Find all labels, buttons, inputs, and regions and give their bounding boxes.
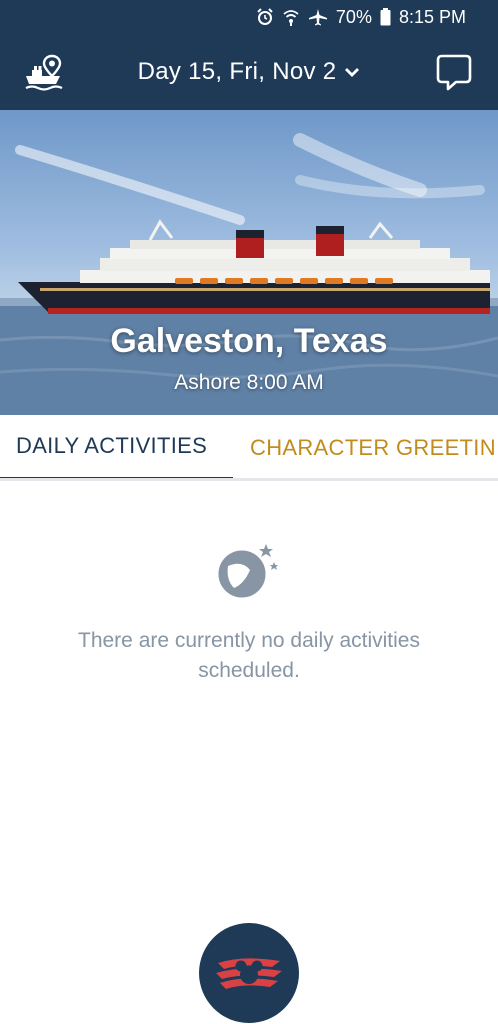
port-name: Galveston, Texas <box>110 322 388 360</box>
disney-cruise-logo-icon <box>216 958 282 989</box>
home-logo-button[interactable] <box>199 923 299 1023</box>
port-hero-image: Galveston, Texas Ashore 8:00 AM <box>0 110 498 415</box>
tab-daily-activities[interactable]: DAILY ACTIVITIES <box>0 415 233 478</box>
chat-button[interactable] <box>436 54 472 92</box>
chat-icon <box>436 54 472 91</box>
day-label: Day 15, Fri, Nov 2 <box>137 58 337 85</box>
tab-character-greetings[interactable]: CHARACTER GREETIN <box>250 415 496 478</box>
app-header: Day 15, Fri, Nov 2 <box>0 34 498 110</box>
ashore-time: Ashore 8:00 AM <box>174 371 324 394</box>
activity-tabs: DAILY ACTIVITIES CHARACTER GREETIN <box>0 415 498 481</box>
alarm-icon <box>256 8 274 26</box>
ship-map-icon <box>25 54 63 91</box>
cruise-ship-image <box>0 133 498 415</box>
wifi-icon <box>282 8 300 26</box>
battery-icon <box>380 8 391 26</box>
chevron-down-icon <box>345 68 360 77</box>
beach-ball-icon <box>218 544 278 598</box>
battery-percent: 70% <box>335 6 372 27</box>
clock-time: 8:15 PM <box>398 6 466 27</box>
empty-state-message: There are currently no daily activities … <box>78 629 420 682</box>
ship-map-button[interactable] <box>24 54 66 92</box>
day-selector[interactable]: Day 15, Fri, Nov 2 <box>138 58 361 86</box>
status-bar: 70% 8:15 PM <box>0 0 498 34</box>
airplane-mode-icon <box>308 8 328 26</box>
